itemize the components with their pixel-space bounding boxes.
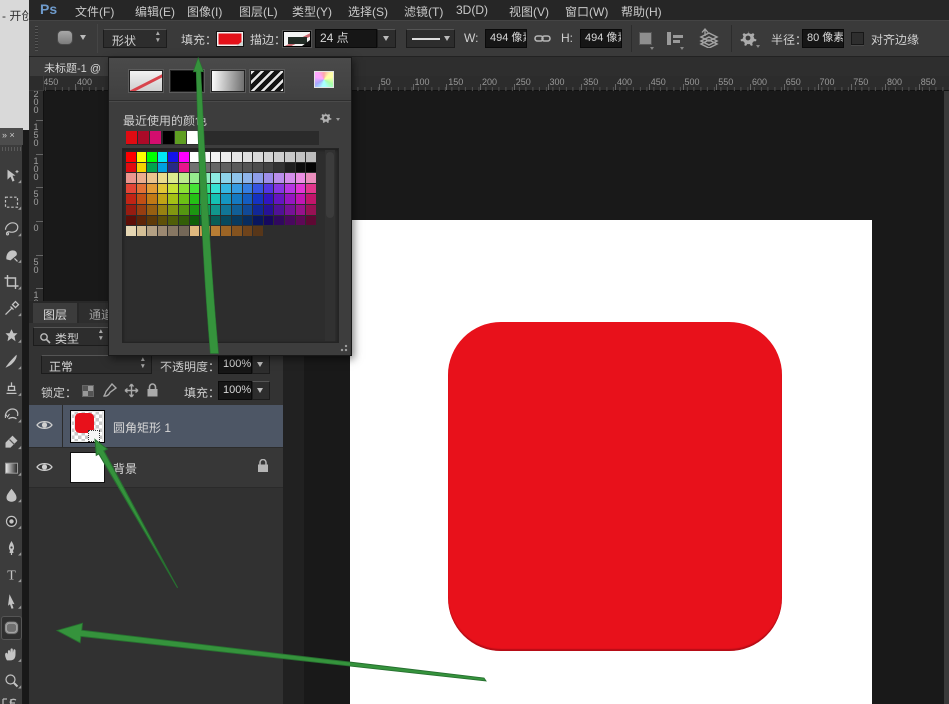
svg-text:T: T xyxy=(7,569,16,584)
